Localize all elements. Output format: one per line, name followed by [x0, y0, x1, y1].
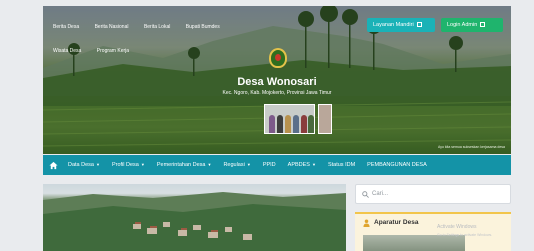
- side-photo[interactable]: [318, 104, 332, 134]
- photo-person: [277, 115, 283, 133]
- nav-item-status-idm[interactable]: Status IDM: [328, 162, 355, 168]
- chevron-down-icon: ▼: [96, 162, 100, 167]
- top-link-wisata-desa[interactable]: Wisata Desa: [53, 48, 81, 54]
- photo-person: [269, 115, 275, 133]
- nav-item-apbdes[interactable]: APBDES ▼: [288, 162, 316, 168]
- nav-item-label: Regulasi: [223, 162, 245, 168]
- activate-windows-watermark: Activate Windows: [437, 224, 477, 230]
- top-link-bupati-bumdes[interactable]: Bupati Bumdes: [186, 24, 220, 30]
- hero-banner: Berita Desa Berita Nasional Berita Lokal…: [43, 6, 511, 154]
- photo-person: [308, 115, 314, 133]
- nav-item-label: PEMBANGUNAN DESA: [367, 162, 427, 168]
- chevron-down-icon: ▼: [207, 162, 212, 167]
- photo-credit: Ayo kita semua sukseskan kerjasama desa: [437, 145, 505, 149]
- top-link-berita-desa[interactable]: Berita Desa: [53, 24, 79, 30]
- featured-image[interactable]: [43, 184, 346, 251]
- nav-item-profil-desa[interactable]: Profil Desa ▼: [112, 162, 145, 168]
- nav-item-label: Status IDM: [327, 162, 356, 168]
- chevron-down-icon: ▼: [246, 162, 251, 167]
- chevron-down-icon: ▼: [140, 162, 145, 167]
- activate-windows-subtitle: Go to Settings to activate Windows.: [437, 233, 493, 237]
- login-admin-button[interactable]: Login Admin: [441, 18, 503, 32]
- group-photo[interactable]: [264, 104, 315, 134]
- home-icon[interactable]: [49, 161, 58, 170]
- nav-item-data-desa[interactable]: Data Desa ▼: [68, 162, 100, 168]
- user-icon: [363, 219, 370, 227]
- top-link-berita-nasional[interactable]: Berita Nasional: [95, 24, 129, 30]
- page-subtitle: Kec. Ngoro, Kab. Mojokerto, Provinsi Jaw…: [222, 90, 332, 96]
- photo-person: [285, 115, 291, 133]
- external-link-icon: [416, 22, 422, 27]
- nav-item-ppid[interactable]: PPID: [263, 162, 276, 168]
- top-links: Berita Desa Berita Nasional Berita Lokal…: [53, 15, 243, 63]
- main-navigation: Data Desa ▼ Profil Desa ▼ Pemerintahan Des…: [43, 155, 511, 175]
- nav-item-regulasi[interactable]: Regulasi ▼: [223, 162, 250, 168]
- nav-item-pemerintahan-desa[interactable]: Pemerintahan Desa ▼: [157, 162, 212, 168]
- nav-item-label: Pemerintahan Desa: [156, 162, 206, 168]
- aparatur-desa-widget: Aparatur Desa: [355, 212, 511, 251]
- nav-item-label: Data Desa: [68, 162, 94, 168]
- search-placeholder: Cari...: [372, 191, 389, 197]
- village-logo: [269, 48, 287, 68]
- photo-person: [301, 115, 307, 133]
- page-title: Desa Wonosari: [237, 76, 317, 88]
- nav-item-label: PPID: [262, 162, 276, 168]
- login-admin-label: Login Admin: [447, 22, 478, 28]
- nav-item-label: APBDES: [287, 162, 310, 168]
- village-landscape-image: [43, 192, 346, 251]
- widget-title: Aparatur Desa: [374, 219, 419, 226]
- external-link-icon: [480, 22, 486, 27]
- photo-person: [293, 115, 299, 133]
- search-input[interactable]: Cari...: [355, 184, 511, 204]
- aparatur-photo[interactable]: [363, 235, 465, 251]
- nav-item-pembangunan-desa[interactable]: PEMBANGUNAN DESA: [367, 162, 427, 168]
- top-link-program-kerja[interactable]: Program Kerja: [97, 48, 129, 54]
- layanan-mandiri-label: Layanan Mandiri: [373, 22, 414, 28]
- nav-item-label: Profil Desa: [111, 162, 139, 168]
- layanan-mandiri-button[interactable]: Layanan Mandiri: [367, 18, 435, 32]
- top-link-berita-lokal[interactable]: Berita Lokal: [144, 24, 170, 30]
- search-icon: [362, 191, 369, 198]
- chevron-down-icon: ▼: [311, 162, 316, 167]
